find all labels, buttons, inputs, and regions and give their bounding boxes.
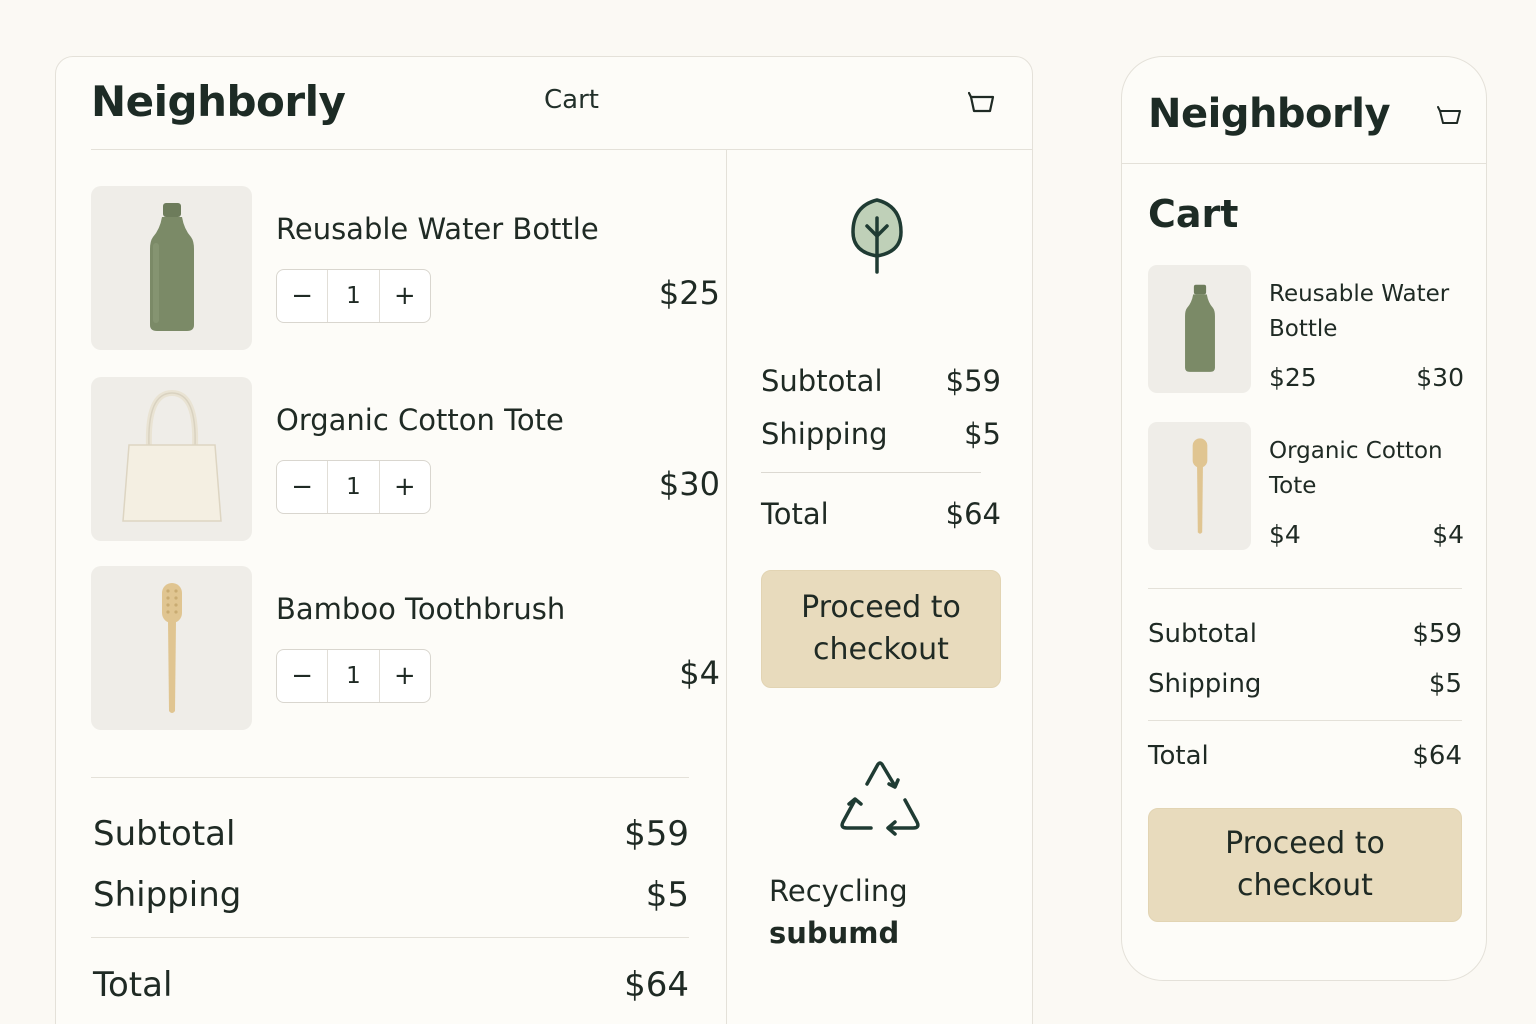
checkout-label-line1: Proceed to: [1225, 826, 1385, 861]
item-name: Organic Cotton Tote: [1269, 438, 1443, 499]
total-value: $64: [945, 497, 1001, 531]
subtotal-row: Subtotal $59: [1148, 619, 1462, 649]
leaf-icon: [851, 198, 903, 274]
nav-cart-link[interactable]: Cart: [544, 85, 599, 115]
quantity-value[interactable]: 1: [327, 650, 380, 702]
total-value: $64: [624, 965, 689, 1005]
increment-button[interactable]: +: [380, 461, 430, 513]
sidebar-total-row: Total $64: [761, 497, 1001, 531]
item-price: $25: [658, 274, 720, 312]
decrement-button[interactable]: −: [277, 270, 327, 322]
shipping-value: $5: [1428, 669, 1462, 699]
subtotal-label: Subtotal: [1148, 619, 1257, 649]
quantity-stepper: − 1 +: [276, 460, 431, 514]
item-name: Bamboo Toothbrush: [276, 592, 566, 626]
sidebar-subtotal-row: Subtotal $59: [761, 364, 1001, 398]
subtotal-label: Subtotal: [761, 364, 883, 398]
order-summary-sidebar: Subtotal $59 Shipping $5 Total $64 Proce…: [727, 150, 1032, 1024]
recycling-line1: Recycling: [769, 874, 908, 908]
product-image-cotton-tote: [91, 377, 252, 541]
quantity-value[interactable]: 1: [327, 461, 380, 513]
proceed-to-checkout-button[interactable]: Proceed to checkout: [761, 570, 1001, 688]
summary-divider: [1148, 588, 1462, 589]
shipping-row: Shipping $5: [93, 875, 689, 915]
shipping-row: Shipping $5: [1148, 669, 1462, 699]
item-price: $4: [679, 654, 720, 692]
item-price: $25: [1269, 363, 1317, 392]
subtotal-value: $59: [945, 364, 1001, 398]
product-image-water-bottle: [91, 186, 252, 350]
sidebar-total-divider: [761, 472, 981, 473]
total-divider: [1148, 720, 1462, 721]
total-divider: [91, 937, 689, 938]
item-price: $4: [1269, 520, 1301, 549]
quantity-stepper: − 1 +: [276, 649, 431, 703]
decrement-button[interactable]: −: [277, 461, 327, 513]
total-value: $64: [1412, 741, 1462, 771]
cart-item: Bamboo Toothbrush − 1 + $4: [91, 566, 720, 730]
page-title: Cart: [1148, 192, 1239, 236]
brand-logo[interactable]: Neighborly: [1148, 91, 1391, 137]
item-price: $30: [658, 465, 720, 503]
subtotal-value: $59: [624, 814, 689, 854]
product-image-bamboo-toothbrush: [1148, 422, 1251, 550]
cart-item: Organic Cotton Tote $4 $4: [1148, 422, 1464, 552]
recycling-label: Recycling subumd: [769, 870, 908, 954]
recycle-icon: [840, 761, 920, 836]
header-divider: [1122, 163, 1486, 164]
checkout-label-line2: checkout: [1237, 868, 1373, 903]
total-label: Total: [1148, 741, 1209, 771]
checkout-label-line1: Proceed to: [801, 590, 961, 625]
subtotal-row: Subtotal $59: [93, 814, 689, 854]
brand-logo[interactable]: Neighborly: [91, 77, 346, 126]
shopping-bag-icon[interactable]: [1437, 105, 1463, 127]
subtotal-value: $59: [1412, 619, 1462, 649]
proceed-to-checkout-button[interactable]: Proceed to checkout: [1148, 808, 1462, 922]
shopping-bag-icon[interactable]: [968, 91, 996, 115]
desktop-cart-card: Neighborly Cart Reusable Water Bottle − …: [55, 56, 1033, 1024]
product-image-bamboo-toothbrush: [91, 566, 252, 730]
increment-button[interactable]: +: [380, 650, 430, 702]
item-total: $4: [1432, 520, 1464, 549]
quantity-stepper: − 1 +: [276, 269, 431, 323]
shipping-label: Shipping: [1148, 669, 1262, 699]
mobile-cart-card: Neighborly Cart Reusable Water Bottle $2…: [1121, 56, 1487, 981]
subtotal-label: Subtotal: [93, 814, 236, 854]
cart-item: Organic Cotton Tote − 1 + $30: [91, 377, 720, 541]
sidebar-shipping-row: Shipping $5: [761, 417, 1001, 451]
shipping-label: Shipping: [93, 875, 242, 915]
item-name: Reusable Water Bottle: [276, 212, 599, 246]
shipping-label: Shipping: [761, 417, 888, 451]
decrement-button[interactable]: −: [277, 650, 327, 702]
checkout-label-line2: checkout: [813, 632, 949, 667]
recycling-line2: subumd: [769, 916, 900, 950]
cart-items-panel: Reusable Water Bottle − 1 + $25 Organic …: [56, 150, 726, 1024]
item-total: $30: [1416, 363, 1464, 392]
shipping-value: $5: [645, 875, 689, 915]
quantity-value[interactable]: 1: [327, 270, 380, 322]
cart-item: Reusable Water Bottle − 1 + $25: [91, 186, 720, 350]
summary-divider: [91, 777, 689, 778]
total-row: Total $64: [1148, 741, 1462, 771]
shipping-value: $5: [964, 417, 1001, 451]
increment-button[interactable]: +: [380, 270, 430, 322]
item-name: Reusable Water Bottle: [1269, 281, 1450, 342]
total-row: Total $64: [93, 965, 689, 1005]
desktop-header: Neighborly Cart: [56, 57, 1032, 149]
item-name: Organic Cotton Tote: [276, 403, 564, 437]
total-label: Total: [761, 497, 829, 531]
product-image-water-bottle: [1148, 265, 1251, 393]
total-label: Total: [93, 965, 173, 1005]
cart-item: Reusable Water Bottle $25 $30: [1148, 265, 1464, 395]
